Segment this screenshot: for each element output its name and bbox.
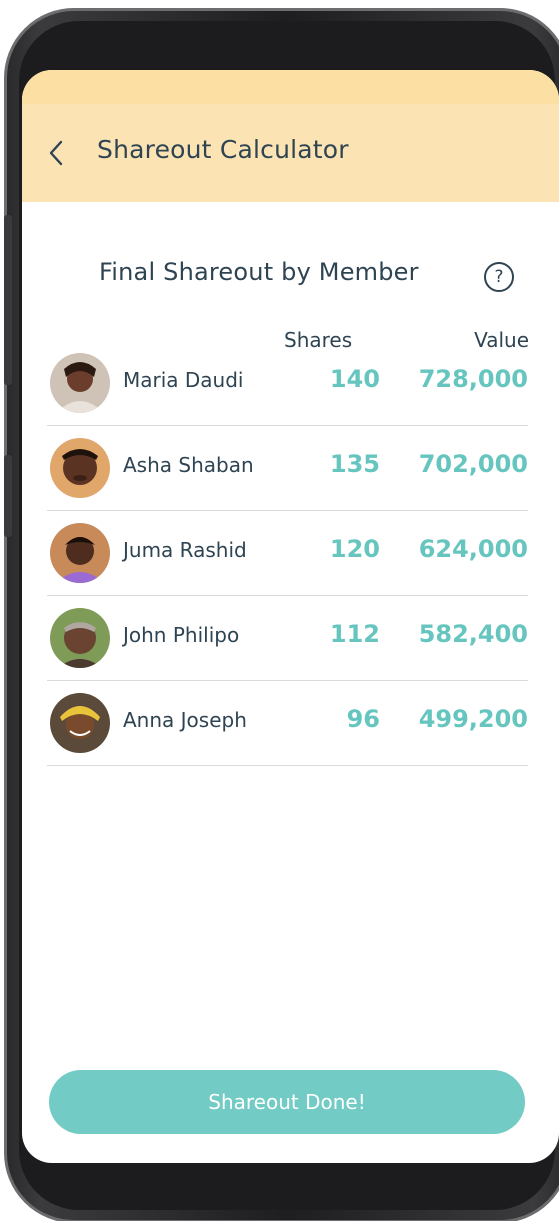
app-screen: Shareout Calculator Final Shareout by Me…: [22, 70, 559, 1163]
shareout-done-button[interactable]: Shareout Done!: [49, 1070, 525, 1134]
phone-power-button: [4, 455, 12, 537]
avatar: [50, 438, 110, 498]
phone-volume-button: [4, 215, 12, 385]
member-value: 582,400: [418, 620, 528, 648]
member-shares: 96: [346, 705, 380, 733]
member-value: 728,000: [418, 365, 528, 393]
member-name: John Philipo: [123, 623, 240, 647]
member-name: Juma Rashid: [123, 538, 247, 562]
member-name: Asha Shaban: [123, 453, 254, 477]
help-icon[interactable]: ?: [484, 262, 514, 292]
status-bar: [22, 70, 559, 104]
avatar: [50, 523, 110, 583]
member-row[interactable]: Maria Daudi 140 728,000: [47, 341, 528, 426]
member-name: Maria Daudi: [123, 368, 244, 392]
member-row[interactable]: Asha Shaban 135 702,000: [47, 426, 528, 511]
member-shares: 120: [329, 535, 380, 563]
member-value: 702,000: [418, 450, 528, 478]
member-shares: 140: [329, 365, 380, 393]
member-row[interactable]: Juma Rashid 120 624,000: [47, 511, 528, 596]
member-row[interactable]: John Philipo 112 582,400: [47, 596, 528, 681]
avatar: [50, 353, 110, 413]
member-shares: 112: [329, 620, 380, 648]
member-name: Anna Joseph: [123, 708, 247, 732]
avatar: [50, 608, 110, 668]
page-title: Shareout Calculator: [97, 135, 349, 164]
section-title: Final Shareout by Member: [99, 258, 419, 286]
member-value: 624,000: [418, 535, 528, 563]
row-divider: [47, 765, 528, 766]
member-value: 499,200: [418, 705, 528, 733]
member-shares: 135: [329, 450, 380, 478]
avatar: [50, 693, 110, 753]
app-header: Shareout Calculator: [22, 70, 559, 202]
member-row[interactable]: Anna Joseph 96 499,200: [47, 681, 528, 766]
chevron-left-icon[interactable]: [44, 138, 68, 168]
